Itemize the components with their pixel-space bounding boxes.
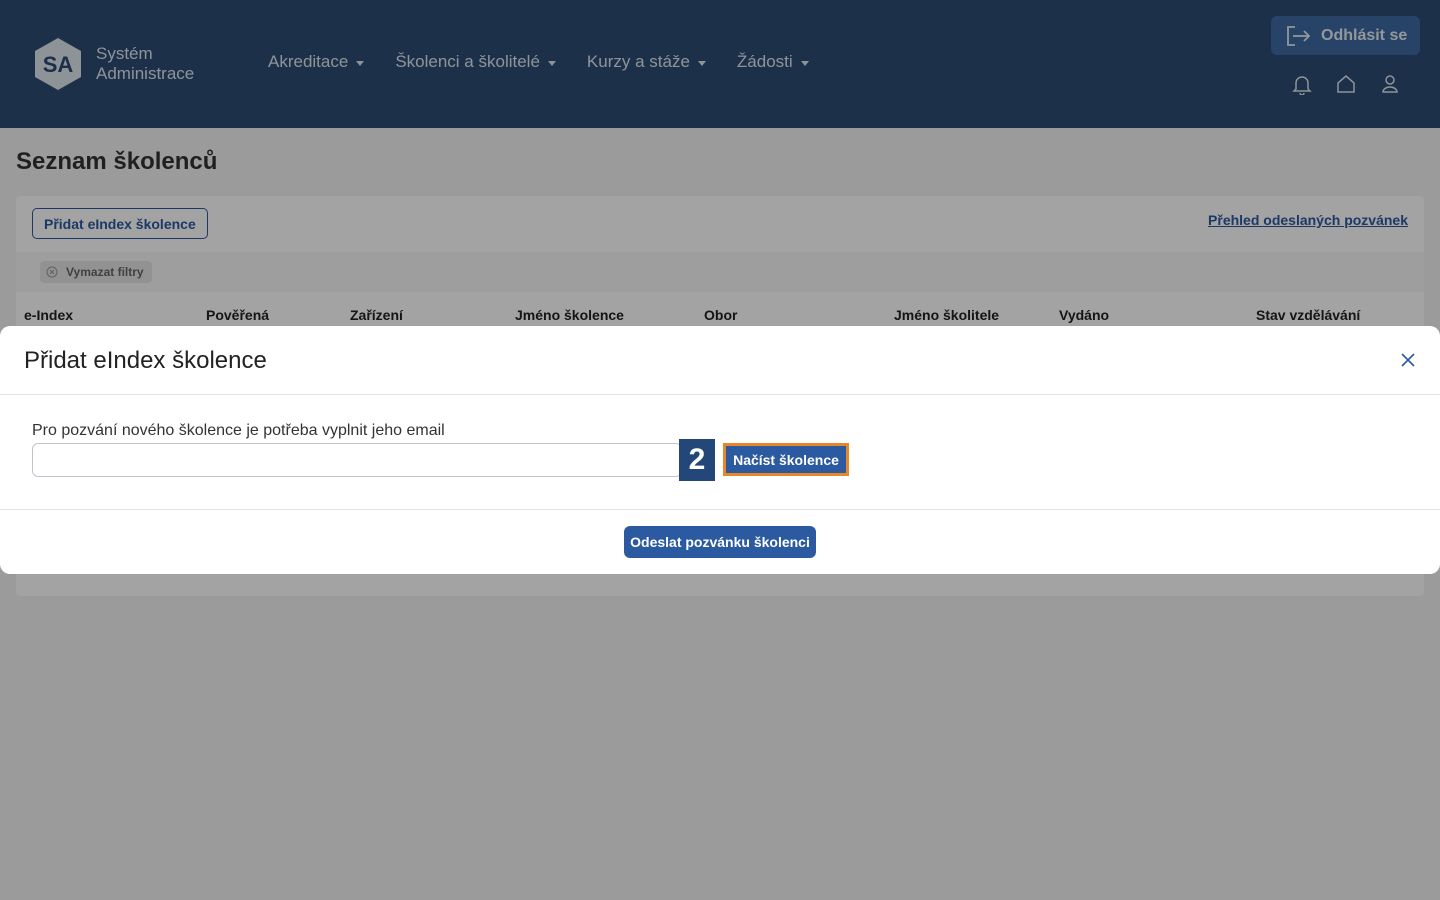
email-field-label: Pro pozvání nového školence je potřeba v… <box>32 422 445 439</box>
load-trainee-button[interactable]: Načíst školence <box>723 443 849 476</box>
send-invitation-button[interactable]: Odeslat pozvánku školenci <box>624 526 816 558</box>
email-field[interactable] <box>32 443 682 477</box>
step-badge: 2 <box>679 439 715 481</box>
close-icon[interactable] <box>1398 350 1418 370</box>
modal-title: Přidat eIndex školence <box>24 347 267 374</box>
divider <box>0 509 1440 510</box>
add-eindex-modal: Přidat eIndex školence Pro pozvání novéh… <box>0 326 1440 574</box>
divider <box>0 394 1440 395</box>
